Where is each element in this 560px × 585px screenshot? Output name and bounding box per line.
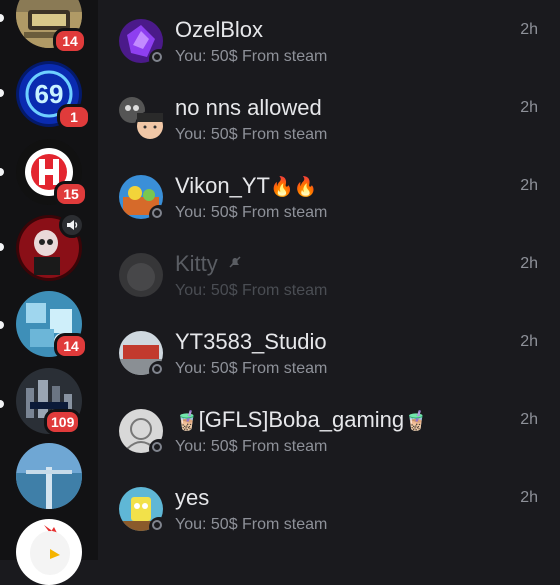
mention-badge: 14 (53, 28, 87, 54)
dm-list-item[interactable]: 🧋[GFLS]Boba_gaming🧋 You: 50$ From steam … (98, 390, 560, 468)
dm-list-item[interactable]: OzelBlox You: 50$ From steam 2h (98, 0, 560, 78)
unread-indicator (0, 321, 4, 329)
server-rail: 14 69 1 15 14 109 (0, 0, 98, 585)
unread-indicator (0, 14, 4, 22)
dm-timestamp: 2h (520, 177, 538, 194)
dm-timestamp: 2h (520, 255, 538, 272)
dm-list-item[interactable]: Vikon_YT🔥🔥 You: 50$ From steam 2h (98, 156, 560, 234)
dm-timestamp: 2h (520, 489, 538, 506)
dm-list-item[interactable]: Kitty You: 50$ From steam 2h (98, 234, 560, 312)
direct-messages-list: OzelBlox You: 50$ From steam 2h no nns a… (98, 0, 560, 560)
group-avatar (119, 97, 165, 141)
dm-timestamp: 2h (520, 411, 538, 428)
offline-status-icon (149, 361, 169, 381)
dm-timestamp: 2h (520, 21, 538, 38)
dm-last-message: You: 50$ From steam (175, 126, 328, 143)
dm-last-message: You: 50$ From steam (175, 360, 328, 377)
dm-name: yes (175, 485, 210, 510)
bubble-tea-emoji: 🧋 (175, 411, 199, 432)
offline-status-icon (149, 517, 169, 537)
dm-last-message: You: 50$ From steam (175, 438, 328, 455)
chicken-server-icon (16, 519, 82, 585)
server-icon-8[interactable] (16, 519, 82, 585)
dm-last-message: You: 50$ From steam (175, 48, 328, 65)
mention-badge: 15 (54, 181, 88, 207)
dm-last-message: You: 50$ From steam (175, 204, 328, 221)
unread-indicator (0, 243, 4, 251)
bell-off-icon (229, 256, 241, 268)
kitty-avatar-icon (119, 253, 163, 297)
dm-name: YT3583_Studio (175, 329, 327, 354)
dm-list-item[interactable]: no nns allowed You: 50$ From steam 2h (98, 78, 560, 156)
unread-indicator (0, 400, 4, 408)
dm-timestamp: 2h (520, 99, 538, 116)
dm-last-message: You: 50$ From steam (175, 282, 328, 299)
offline-status-icon (149, 205, 169, 225)
dm-list-item[interactable]: YT3583_Studio You: 50$ From steam 2h (98, 312, 560, 390)
dm-name: Kitty (175, 251, 242, 277)
dm-list-item[interactable]: yes You: 50$ From steam 2h (98, 468, 560, 546)
group-member-avatar-icon (135, 111, 165, 141)
bubble-tea-emoji: 🧋 (404, 411, 428, 432)
fire-emoji: 🔥🔥 (269, 177, 318, 198)
svg-text:69: 69 (35, 79, 64, 109)
dm-name: Vikon_YT🔥🔥 (175, 173, 318, 198)
dm-timestamp: 2h (520, 333, 538, 350)
unread-indicator (0, 168, 4, 176)
mention-badge: 109 (44, 409, 82, 435)
mention-badge: 14 (54, 333, 88, 359)
dm-name: OzelBlox (175, 17, 264, 42)
dm-name: 🧋[GFLS]Boba_gaming🧋 (175, 407, 428, 432)
dm-last-message: You: 50$ From steam (175, 516, 328, 533)
offline-status-icon (149, 439, 169, 459)
avatar (119, 253, 163, 297)
speaker-icon (59, 212, 85, 238)
offline-status-icon (149, 49, 169, 69)
mention-badge: 1 (57, 104, 91, 130)
server-icon-7[interactable] (16, 443, 82, 509)
ocean-pier-server-icon (16, 443, 82, 509)
dm-name: no nns allowed (175, 95, 322, 120)
unread-indicator (0, 89, 4, 97)
